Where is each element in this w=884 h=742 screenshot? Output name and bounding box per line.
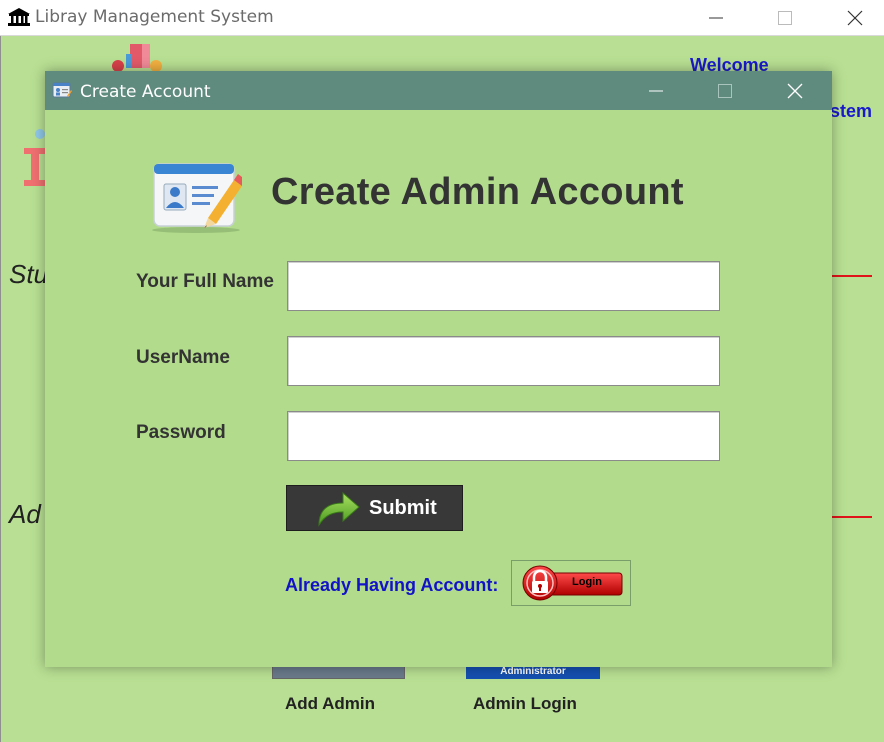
id-card-icon <box>52 82 72 98</box>
admin-login-caption: Admin Login <box>473 694 577 713</box>
system-text: stem <box>830 101 873 121</box>
login-button[interactable]: Login <box>511 560 631 606</box>
submit-label: Submit <box>369 497 437 519</box>
full-name-input[interactable] <box>287 261 720 311</box>
dialog-close-button[interactable] <box>765 71 825 110</box>
main-titlebar: Libray Management System <box>0 0 884 36</box>
password-label: Password <box>136 422 226 443</box>
minimize-icon <box>649 90 663 91</box>
main-maximize-button[interactable] <box>750 0 820 35</box>
page-title: Create Admin Account <box>271 171 684 213</box>
main-minimize-button[interactable] <box>681 0 751 35</box>
dialog-maximize-button[interactable] <box>695 71 755 110</box>
close-icon <box>847 10 863 25</box>
full-name-label: Your Full Name <box>136 271 274 292</box>
admin-section-label: Ad <box>9 499 41 529</box>
main-window-title: Libray Management System <box>35 7 274 27</box>
add-admin-caption: Add Admin <box>285 694 376 713</box>
main-close-button[interactable] <box>820 0 884 35</box>
maximize-icon <box>718 83 732 98</box>
bank-icon <box>8 8 30 26</box>
admin-login-button[interactable]: Administrator <box>466 665 600 679</box>
close-icon <box>787 83 803 98</box>
login-label: Login <box>572 576 602 588</box>
dialog-titlebar[interactable]: Create Account <box>45 71 832 110</box>
username-label: UserName <box>136 347 230 368</box>
add-admin-button[interactable] <box>272 665 405 679</box>
dialog-minimize-button[interactable] <box>626 71 686 110</box>
already-having-account-text: Already Having Account: <box>285 575 499 595</box>
create-account-dialog: Create Account Create Admin Account Your… <box>45 71 832 667</box>
username-input[interactable] <box>287 336 720 386</box>
library-logo-icon <box>112 44 162 72</box>
id-card-pencil-icon <box>152 163 242 233</box>
student-divider <box>832 275 872 277</box>
admin-login-image-text: Administrator <box>500 666 566 677</box>
student-section-label: Stu <box>9 259 49 289</box>
admin-divider <box>832 516 872 518</box>
minimize-icon <box>709 17 723 18</box>
password-input[interactable] <box>287 411 720 461</box>
submit-button[interactable]: Submit <box>286 485 463 531</box>
maximize-icon <box>778 10 792 25</box>
arrow-right-icon <box>318 491 360 527</box>
dialog-title: Create Account <box>80 82 211 102</box>
